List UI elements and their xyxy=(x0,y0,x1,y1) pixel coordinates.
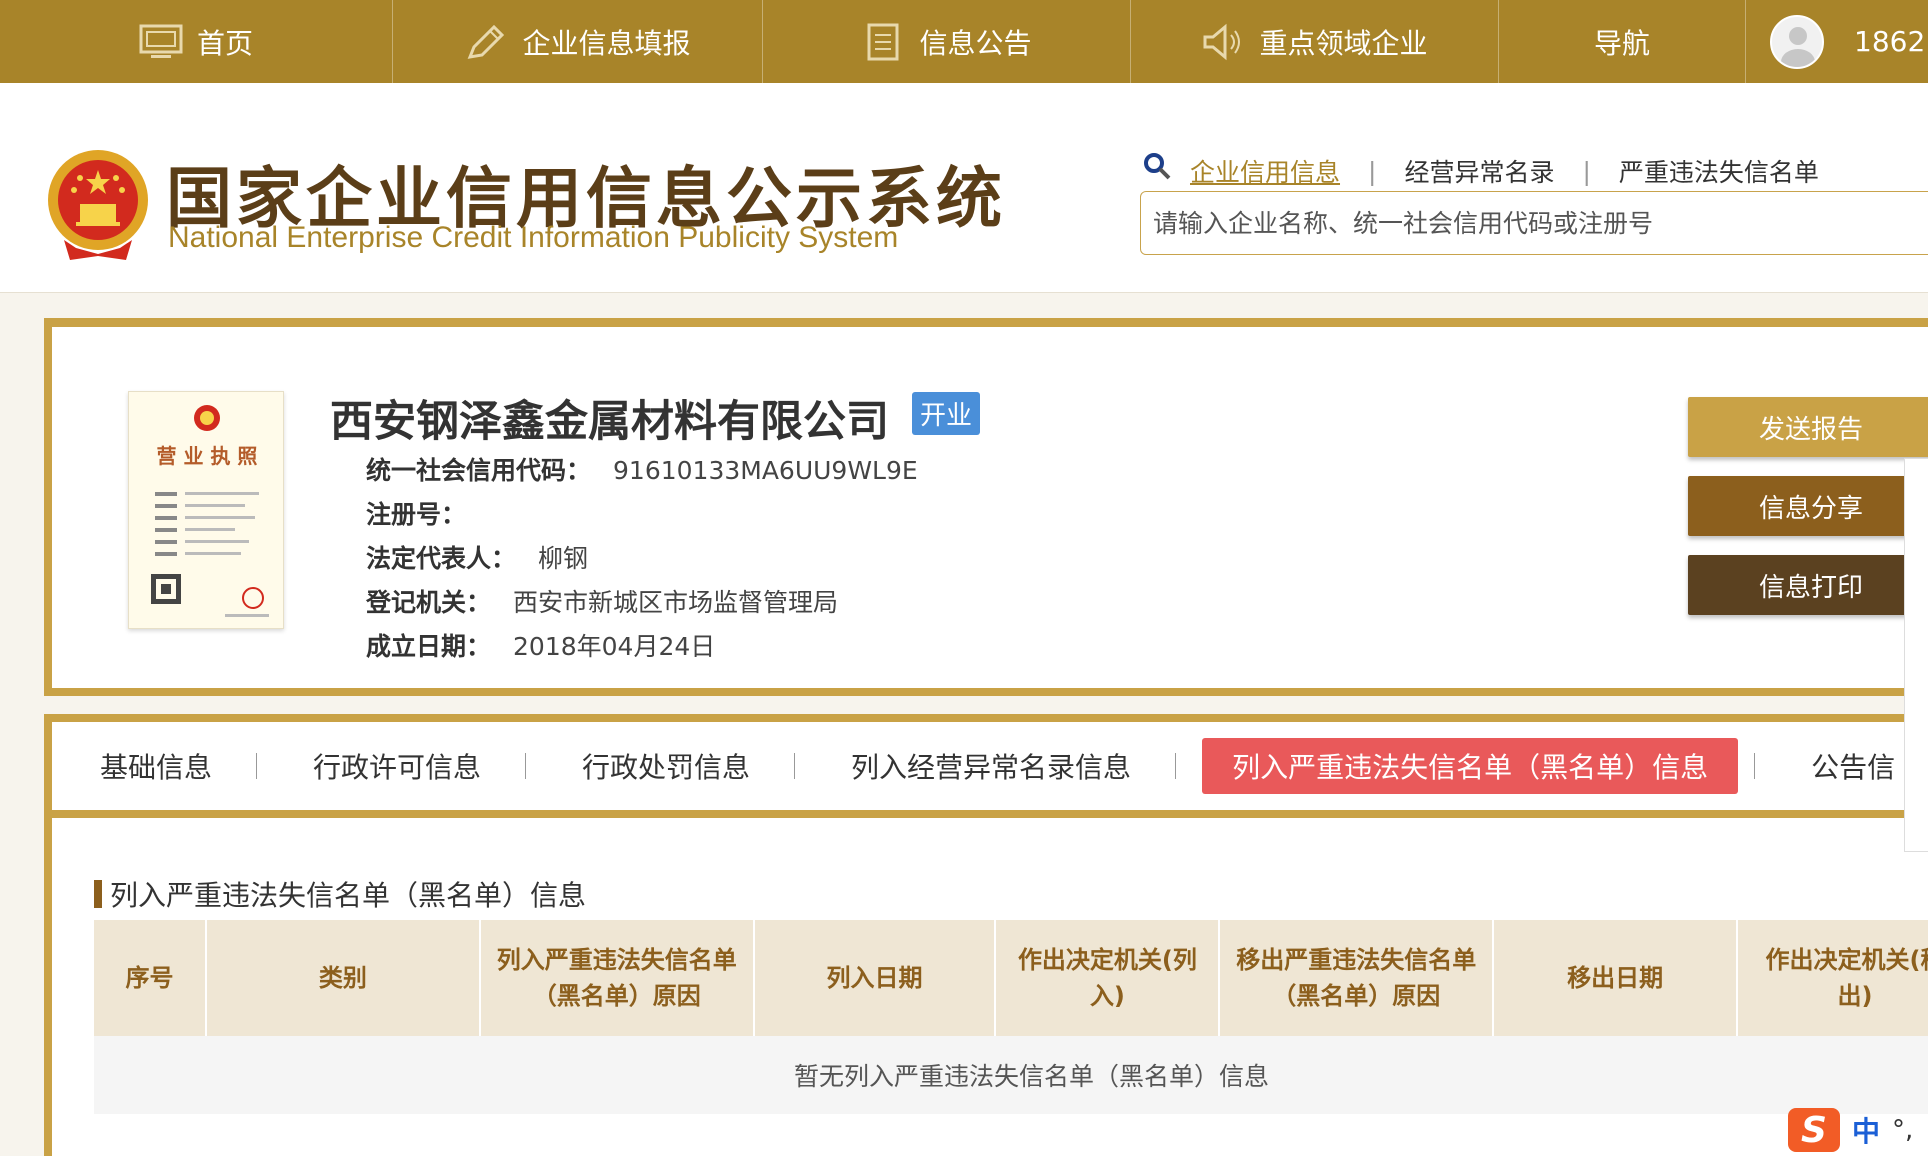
search-link-credit-info[interactable]: 企业信用信息 xyxy=(1186,153,1344,189)
detail-panel: 基础信息 行政许可信息 行政处罚信息 列入经营异常名录信息 列入严重违法失信名单… xyxy=(44,714,1928,1156)
status-badge: 开业 xyxy=(912,392,981,435)
nav-label: 企业信息填报 xyxy=(522,26,691,60)
section-title-text: 列入严重违法失信名单（黑名单）信息 xyxy=(110,879,587,912)
tab-separator xyxy=(256,753,258,779)
search-type-links: 企业信用信息 | 经营异常名录 | 严重违法失信名单 xyxy=(1186,153,1823,189)
info-registration-authority: 登记机关： 西安市新城区市场监督管理局 xyxy=(366,583,838,619)
pen-icon xyxy=(468,24,505,59)
nav-item-key-enterprises[interactable]: 重点领域企业 xyxy=(1131,0,1499,83)
info-registration-number: 注册号： xyxy=(366,495,488,531)
avatar[interactable] xyxy=(1770,14,1824,69)
sogou-ime-icon[interactable]: S xyxy=(1788,1108,1840,1152)
ime-toolbar[interactable]: S 中 °, xyxy=(1788,1108,1913,1152)
tab-separator xyxy=(1754,753,1756,779)
site-subtitle: National Enterprise Credit Information P… xyxy=(168,221,899,254)
nav-label: 导航 xyxy=(1593,26,1650,60)
column-header: 列入严重违法失信名单（黑名单）原因 xyxy=(479,920,755,1036)
license-caption: 营 业 执 照 xyxy=(156,444,258,468)
tab-admin-license[interactable]: 行政许可信息 xyxy=(313,746,481,786)
info-legal-representative: 法定代表人： 柳钢 xyxy=(366,539,588,575)
search-input[interactable] xyxy=(1140,191,1928,255)
tab-abnormal-list[interactable]: 列入经营异常名录信息 xyxy=(851,746,1131,786)
tab-blacklist[interactable]: 列入严重违法失信名单（黑名单）信息 xyxy=(1202,738,1739,794)
tab-admin-penalty[interactable]: 行政处罚信息 xyxy=(582,746,750,786)
tab-separator xyxy=(794,753,796,779)
tab-announcements[interactable]: 公告信 xyxy=(1811,746,1895,786)
nav-label: 首页 xyxy=(196,26,253,60)
business-license-image[interactable]: 营 业 执 照 xyxy=(128,391,284,629)
top-nav: 首页 企业信息填报 信息公告 重点领域企业 导航 1862 xyxy=(0,0,1928,83)
field-value: 西安市新城区市场监督管理局 xyxy=(513,588,839,617)
nav-label: 重点领域企业 xyxy=(1259,26,1428,60)
section-title: 列入严重违法失信名单（黑名单）信息 xyxy=(94,874,586,914)
link-separator: | xyxy=(1368,156,1377,186)
company-info-panel: 营 业 执 照 西安钢泽鑫金属材料有限公司 开业 统一社会信用代码： 916101… xyxy=(44,318,1928,696)
column-header: 移出严重违法失信名单（黑名单）原因 xyxy=(1219,920,1495,1036)
column-header: 序号 xyxy=(94,920,207,1036)
send-report-button[interactable]: 发送报告 xyxy=(1688,397,1928,457)
search-link-abnormal-list[interactable]: 经营异常名录 xyxy=(1400,153,1558,189)
company-name: 西安钢泽鑫金属材料有限公司 xyxy=(330,397,889,447)
side-scroll-tab[interactable] xyxy=(1904,458,1928,852)
column-header: 作出决定机关(列入) xyxy=(995,920,1221,1036)
share-info-button[interactable]: 信息分享 xyxy=(1688,476,1928,536)
ime-mode-indicator[interactable]: 中 xyxy=(1852,1110,1880,1150)
tab-separator xyxy=(1175,753,1177,779)
blacklist-table: 序号 类别 列入严重违法失信名单（黑名单）原因 列入日期 作出决定机关(列入) … xyxy=(94,920,1928,1114)
section-marker xyxy=(94,880,102,908)
user-area[interactable]: 1862 xyxy=(1746,0,1925,83)
table-row: 暂无列入严重违法失信名单（黑名单）信息 xyxy=(94,1036,1928,1114)
field-value: 91610133MA6UU9WL9E xyxy=(613,456,918,485)
field-label: 注册号： xyxy=(366,500,467,529)
site-header: 国家企业信用信息公示系统 National Enterprise Credit … xyxy=(0,83,1928,293)
info-credit-code: 统一社会信用代码： 91610133MA6UU9WL9E xyxy=(366,451,918,487)
ime-punctuation-indicator[interactable]: °, xyxy=(1892,1115,1913,1145)
search-link-blacklist[interactable]: 严重违法失信名单 xyxy=(1615,153,1823,189)
link-separator: | xyxy=(1582,156,1591,186)
license-illustration xyxy=(151,405,269,617)
column-header: 移出日期 xyxy=(1493,920,1739,1036)
nav-item-home[interactable]: 首页 xyxy=(0,0,393,83)
column-header: 类别 xyxy=(205,920,481,1036)
field-value: 2018年04月24日 xyxy=(513,632,716,661)
nav-label: 信息公告 xyxy=(919,26,1032,60)
empty-table-message: 暂无列入严重违法失信名单（黑名单）信息 xyxy=(94,1036,1928,1114)
search-icon xyxy=(1144,153,1171,180)
document-icon xyxy=(867,23,899,60)
column-header: 列入日期 xyxy=(753,920,997,1036)
field-value: 柳钢 xyxy=(538,544,589,573)
field-label: 统一社会信用代码： xyxy=(366,456,592,485)
table-header-row: 序号 类别 列入严重违法失信名单（黑名单）原因 列入日期 作出决定机关(列入) … xyxy=(94,920,1928,1036)
field-label: 成立日期： xyxy=(366,632,492,661)
user-phone: 1862 xyxy=(1854,25,1926,58)
nav-item-navigation[interactable]: 导航 xyxy=(1499,0,1746,83)
tab-basic-info[interactable]: 基础信息 xyxy=(100,746,212,786)
column-header: 作出决定机关(移出) xyxy=(1737,920,1928,1036)
nav-item-notice[interactable]: 信息公告 xyxy=(763,0,1131,83)
field-label: 法定代表人： xyxy=(366,544,517,573)
tab-separator xyxy=(525,753,527,779)
national-emblem-icon xyxy=(48,150,148,260)
tab-bar: 基础信息 行政许可信息 行政处罚信息 列入经营异常名录信息 列入严重违法失信名单… xyxy=(52,722,1928,818)
info-establish-date: 成立日期： 2018年04月24日 xyxy=(366,627,715,663)
field-label: 登记机关： xyxy=(366,588,492,617)
speaker-icon xyxy=(1203,23,1241,60)
nav-item-report[interactable]: 企业信息填报 xyxy=(393,0,763,83)
monitor-icon xyxy=(139,24,183,58)
print-info-button[interactable]: 信息打印 xyxy=(1688,555,1928,615)
